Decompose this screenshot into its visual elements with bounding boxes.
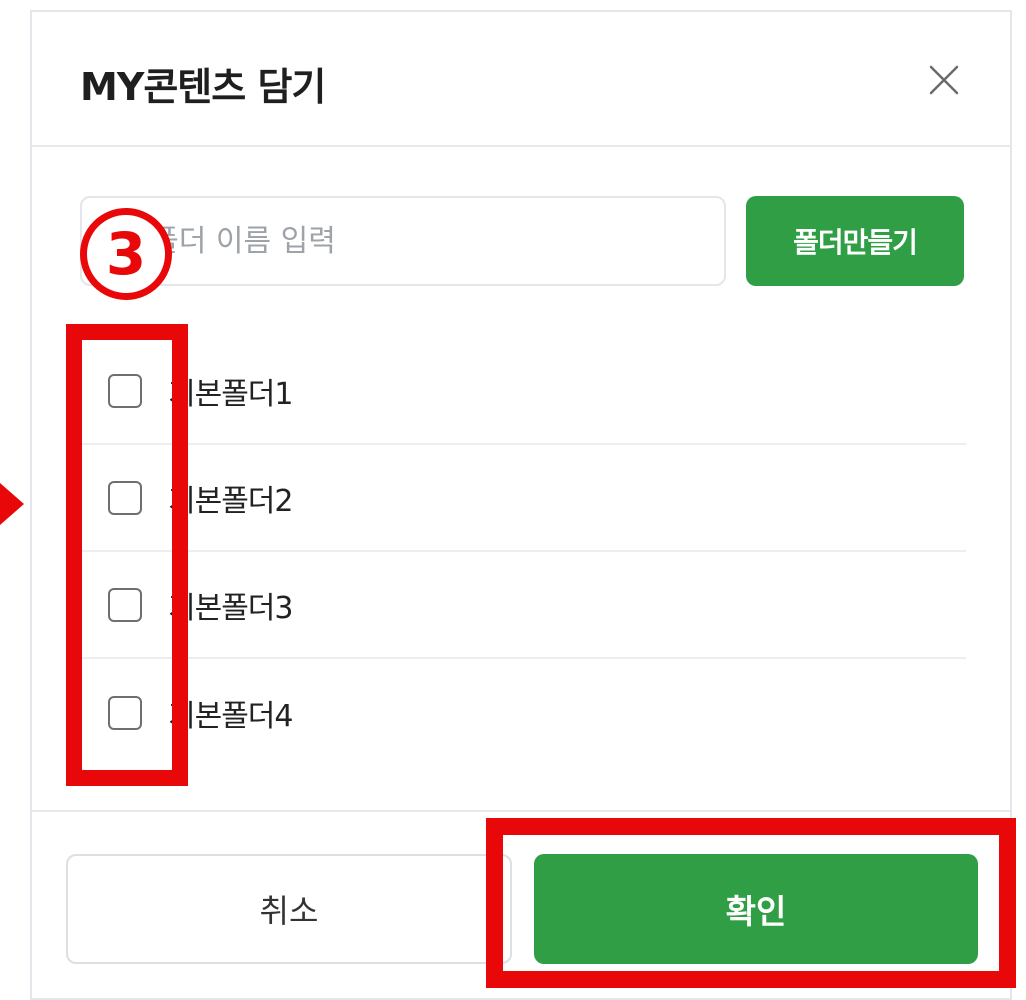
cancel-button[interactable]: 취소 bbox=[66, 854, 512, 964]
folder-item-3[interactable]: 기본폴더3 bbox=[80, 552, 966, 659]
folder-label: 기본폴더4 bbox=[168, 698, 293, 734]
folder-item-1[interactable]: 기본폴더1 bbox=[80, 338, 966, 445]
dialog-title: MY콘텐츠 담기 bbox=[80, 65, 326, 109]
folder-checkbox[interactable] bbox=[108, 587, 142, 622]
new-folder-name-input[interactable] bbox=[82, 198, 724, 284]
folder-item-2[interactable]: 기본폴더2 bbox=[80, 445, 966, 552]
folder-label: 기본폴더3 bbox=[168, 590, 293, 626]
folder-list: 기본폴더1 기본폴더2 기본폴더3 기본폴더4 bbox=[80, 338, 966, 766]
close-icon bbox=[929, 65, 959, 95]
footer-divider bbox=[32, 810, 1010, 812]
new-folder-name-field[interactable] bbox=[80, 196, 726, 286]
close-button[interactable] bbox=[922, 58, 966, 102]
folder-item-4[interactable]: 기본폴더4 bbox=[80, 659, 966, 766]
folder-checkbox[interactable] bbox=[108, 480, 142, 515]
confirm-button[interactable]: 확인 bbox=[534, 854, 978, 964]
folder-label: 기본폴더2 bbox=[168, 483, 293, 519]
folder-checkbox[interactable] bbox=[108, 695, 142, 730]
folder-checkbox[interactable] bbox=[108, 373, 142, 408]
create-folder-button[interactable]: 폴더만들기 bbox=[746, 196, 964, 286]
dialog-header: MY콘텐츠 담기 bbox=[32, 12, 1010, 147]
annotation-pointer-arrow bbox=[0, 483, 24, 525]
folder-label: 기본폴더1 bbox=[168, 376, 293, 412]
my-content-dialog: MY콘텐츠 담기 폴더만들기 기본폴더1 기본폴더2 기본폴더3 기본폴더4 bbox=[30, 10, 1012, 1000]
